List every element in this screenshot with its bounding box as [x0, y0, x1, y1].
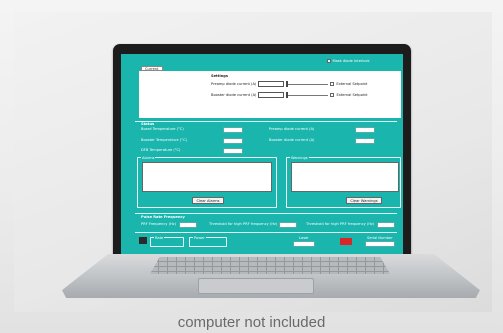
laptop-trackpad [198, 278, 314, 294]
preamp-label: Preamp diode current (A) [211, 82, 257, 86]
bottom-divider [135, 232, 397, 233]
laptop-keyboard [150, 257, 390, 274]
mask-diode-label: Mask diode interlock [332, 59, 370, 63]
laser-field [293, 241, 315, 247]
power-title: Power [193, 235, 206, 240]
alarms-title: Alarms [141, 155, 156, 160]
warnings-title: Warnings [290, 155, 309, 160]
booster-temp-label: Booster Temperature (°C) [141, 138, 187, 142]
status-title: Status [141, 122, 155, 126]
settings-title: Settings [211, 74, 228, 78]
caption-text: computer not included [177, 314, 326, 331]
slider-thumb[interactable] [286, 92, 289, 98]
serial-field [365, 241, 395, 247]
booster-slider[interactable] [286, 92, 329, 98]
serial-label: Serial Number [367, 236, 393, 240]
external-setpoint-label: External Setpoint [336, 93, 368, 97]
threshold-low-label: Threshold for high PRF frequency (Hz) [306, 222, 375, 226]
device-icon [139, 237, 147, 244]
booster-input[interactable] [258, 92, 285, 98]
laser-alarm-button[interactable] [340, 238, 352, 245]
mask-diode-checkbox[interactable] [327, 59, 331, 63]
threshold-high-field [279, 222, 297, 228]
rate-group: Rate [150, 235, 184, 247]
dfb-temp-field [223, 148, 243, 154]
external-setpoint-label: External Setpoint [336, 82, 368, 86]
threshold-high-label: Threshold for high PRF frequency (Hz) [209, 222, 278, 226]
preamp-current-label: Preamp diode current (A) [269, 127, 315, 131]
board-temp-field [223, 127, 243, 133]
laser-label: Laser [299, 236, 309, 240]
booster-current-label: Booster diode current (A) [269, 138, 315, 142]
external-setpoint-checkbox[interactable] [330, 82, 335, 86]
alarms-textarea[interactable] [142, 162, 272, 192]
status-divider [135, 121, 397, 122]
slider-thumb[interactable] [286, 81, 289, 87]
warnings-textarea[interactable] [291, 162, 399, 192]
booster-current-field [355, 138, 375, 144]
preamp-slider[interactable] [286, 81, 329, 87]
board-temp-label: Board Temperature (°C) [141, 127, 184, 131]
external-setpoint-checkbox[interactable] [330, 93, 335, 97]
clear-alarms-button[interactable]: Clear Alarms [192, 197, 224, 204]
booster-row: Booster diode current (A) External Setpo… [211, 92, 368, 98]
threshold-low-field [377, 222, 395, 228]
pulse-title: Pulse Rate Frequency [141, 215, 185, 219]
booster-label: Booster diode current (A) [211, 93, 257, 97]
preamp-row: Preamp diode current (A) External Setpoi… [211, 81, 367, 87]
pulse-divider [135, 213, 397, 214]
preamp-current-field [355, 127, 375, 133]
preamp-input[interactable] [258, 81, 285, 87]
settings-panel: Settings Preamp diode current (A) Extern… [139, 71, 401, 118]
prf-label: PRF Frequency (Hz) [141, 222, 176, 226]
dfb-temp-label: DFB Temperature (°C) [141, 148, 181, 152]
prf-field [179, 222, 197, 228]
power-group: Power [189, 235, 227, 247]
laptop-screen: Current Mask diode interlock Settings Pr… [121, 54, 403, 268]
clear-warnings-button[interactable]: Clear Warnings [346, 197, 382, 204]
booster-temp-field [223, 138, 243, 144]
rate-title: Rate [154, 235, 165, 240]
mask-diode-interlock[interactable]: Mask diode interlock [327, 59, 370, 63]
